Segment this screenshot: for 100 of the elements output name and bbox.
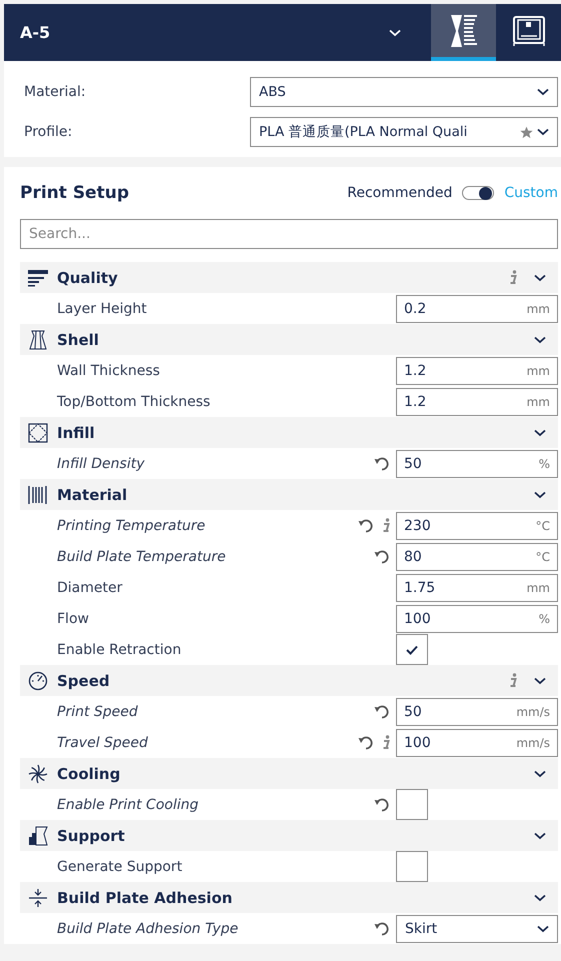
chevron-down-icon (534, 676, 546, 684)
number-field[interactable]: 1.2 mm (396, 356, 558, 384)
category-header[interactable]: Infill (20, 417, 558, 448)
field-label: Material: (24, 84, 87, 100)
field-value: 1.75 (404, 580, 436, 596)
number-field[interactable]: 80 °C (396, 542, 558, 570)
adhesion-icon (28, 888, 48, 908)
field-value: 1.2 (404, 362, 426, 378)
field-label: Profile: (24, 124, 74, 140)
number-field[interactable]: 50 mm/s (396, 698, 558, 726)
reset-icon[interactable] (374, 796, 390, 812)
info-icon[interactable] (382, 518, 390, 533)
reset-icon[interactable] (374, 456, 390, 472)
reset-icon[interactable] (374, 704, 390, 720)
printer-name: A-5 (19, 23, 50, 42)
info-icon[interactable] (382, 735, 390, 750)
category-header[interactable]: Shell (20, 324, 558, 355)
chevron-down-icon (537, 88, 549, 96)
support-icon (28, 826, 48, 846)
slice-icon (450, 14, 478, 48)
chevron-down-icon (537, 924, 549, 932)
search-field[interactable]: Search... (20, 219, 558, 249)
setting-label: Travel Speed (56, 734, 149, 750)
unit-label: % (538, 456, 550, 470)
unit-label: % (538, 612, 550, 626)
chevron-down-icon (534, 770, 546, 778)
setting-label: Enable Retraction (56, 642, 182, 658)
setting-label: Printing Temperature (56, 518, 206, 534)
chevron-down-icon (389, 28, 401, 36)
unit-label: °C (536, 550, 550, 564)
reset-icon[interactable] (358, 518, 374, 534)
setting-label: Top/Bottom Thickness (56, 394, 212, 410)
setting-label: Generate Support (56, 858, 184, 874)
barcode-lines-icon (28, 484, 48, 504)
setting-label: Build Plate Temperature (56, 548, 227, 564)
field-value: 0.2 (404, 300, 426, 316)
chevron-down-icon (534, 832, 546, 840)
chevron-down-icon (534, 428, 546, 436)
chevron-down-icon (534, 894, 546, 902)
unit-label: mm/s (516, 704, 550, 718)
field-value: 100 (404, 734, 431, 750)
unit-label: mm (526, 394, 550, 408)
checkbox[interactable] (396, 851, 428, 882)
info-icon[interactable] (509, 673, 517, 688)
profile-dropdown[interactable]: PLA 普通质量(PLA Normal Quali (250, 117, 558, 147)
category-header[interactable]: Speed (20, 665, 558, 696)
number-field[interactable]: 1.2 mm (396, 388, 558, 416)
number-field[interactable]: 230 °C (396, 512, 558, 540)
chevron-down-icon (537, 128, 549, 136)
material-dropdown[interactable]: ABS (250, 77, 558, 107)
setting-label: Wall Thickness (56, 362, 161, 378)
lines-icon (28, 268, 48, 286)
check-icon (406, 644, 418, 654)
chevron-down-icon (534, 274, 546, 282)
field-value: 100 (404, 610, 431, 626)
slice-tab[interactable] (431, 4, 496, 61)
unit-label: mm/s (516, 736, 550, 750)
checkbox[interactable] (396, 634, 428, 665)
category-header[interactable]: Cooling (20, 758, 558, 789)
unit-label: mm (526, 580, 550, 594)
number-field[interactable]: 100 mm/s (396, 728, 558, 756)
setting-label: Enable Print Cooling (56, 796, 200, 812)
number-field[interactable]: 0.2 mm (396, 294, 558, 322)
field-value: 1.2 (404, 394, 426, 410)
setting-label: Flow (56, 610, 90, 626)
number-field[interactable]: 100 % (396, 604, 558, 632)
category-header[interactable]: Build Plate Adhesion (20, 882, 558, 913)
unit-label: mm (526, 364, 550, 378)
checkbox[interactable] (396, 789, 428, 820)
unit-label: mm (526, 302, 550, 316)
gauge-icon (28, 670, 48, 690)
reset-icon[interactable] (374, 920, 390, 936)
field-value: 50 (404, 456, 422, 472)
reset-icon[interactable] (358, 734, 374, 750)
field-value: 50 (404, 704, 422, 720)
setting-label: Diameter (56, 580, 124, 596)
mode-toggle[interactable] (462, 186, 494, 200)
adhesion-dropdown[interactable]: Skirt (396, 914, 558, 942)
panel-title: Print Setup (20, 183, 129, 203)
category-header[interactable]: Support (20, 820, 558, 851)
setting-label: Build Plate Adhesion Type (56, 920, 240, 936)
chevron-down-icon (534, 490, 546, 498)
number-field[interactable]: 50 % (396, 450, 558, 478)
number-field[interactable]: 1.75 mm (396, 574, 558, 602)
mode-option[interactable]: Recommended (347, 185, 452, 201)
infill-icon (28, 422, 48, 442)
field-value: 230 (404, 518, 431, 534)
category-header[interactable]: Material (20, 479, 558, 510)
shell-icon (28, 330, 48, 350)
setting-label: Print Speed (56, 704, 139, 720)
info-icon[interactable] (509, 270, 517, 285)
reset-icon[interactable] (374, 548, 390, 564)
unit-label: °C (536, 518, 550, 532)
printer-icon (512, 14, 546, 46)
setting-label: Infill Density (56, 456, 146, 472)
setting-label: Layer Height (56, 300, 148, 316)
field-value: 80 (404, 548, 422, 564)
chevron-down-icon (534, 336, 546, 344)
category-header[interactable]: Quality (20, 262, 558, 293)
fan-icon (28, 764, 48, 784)
